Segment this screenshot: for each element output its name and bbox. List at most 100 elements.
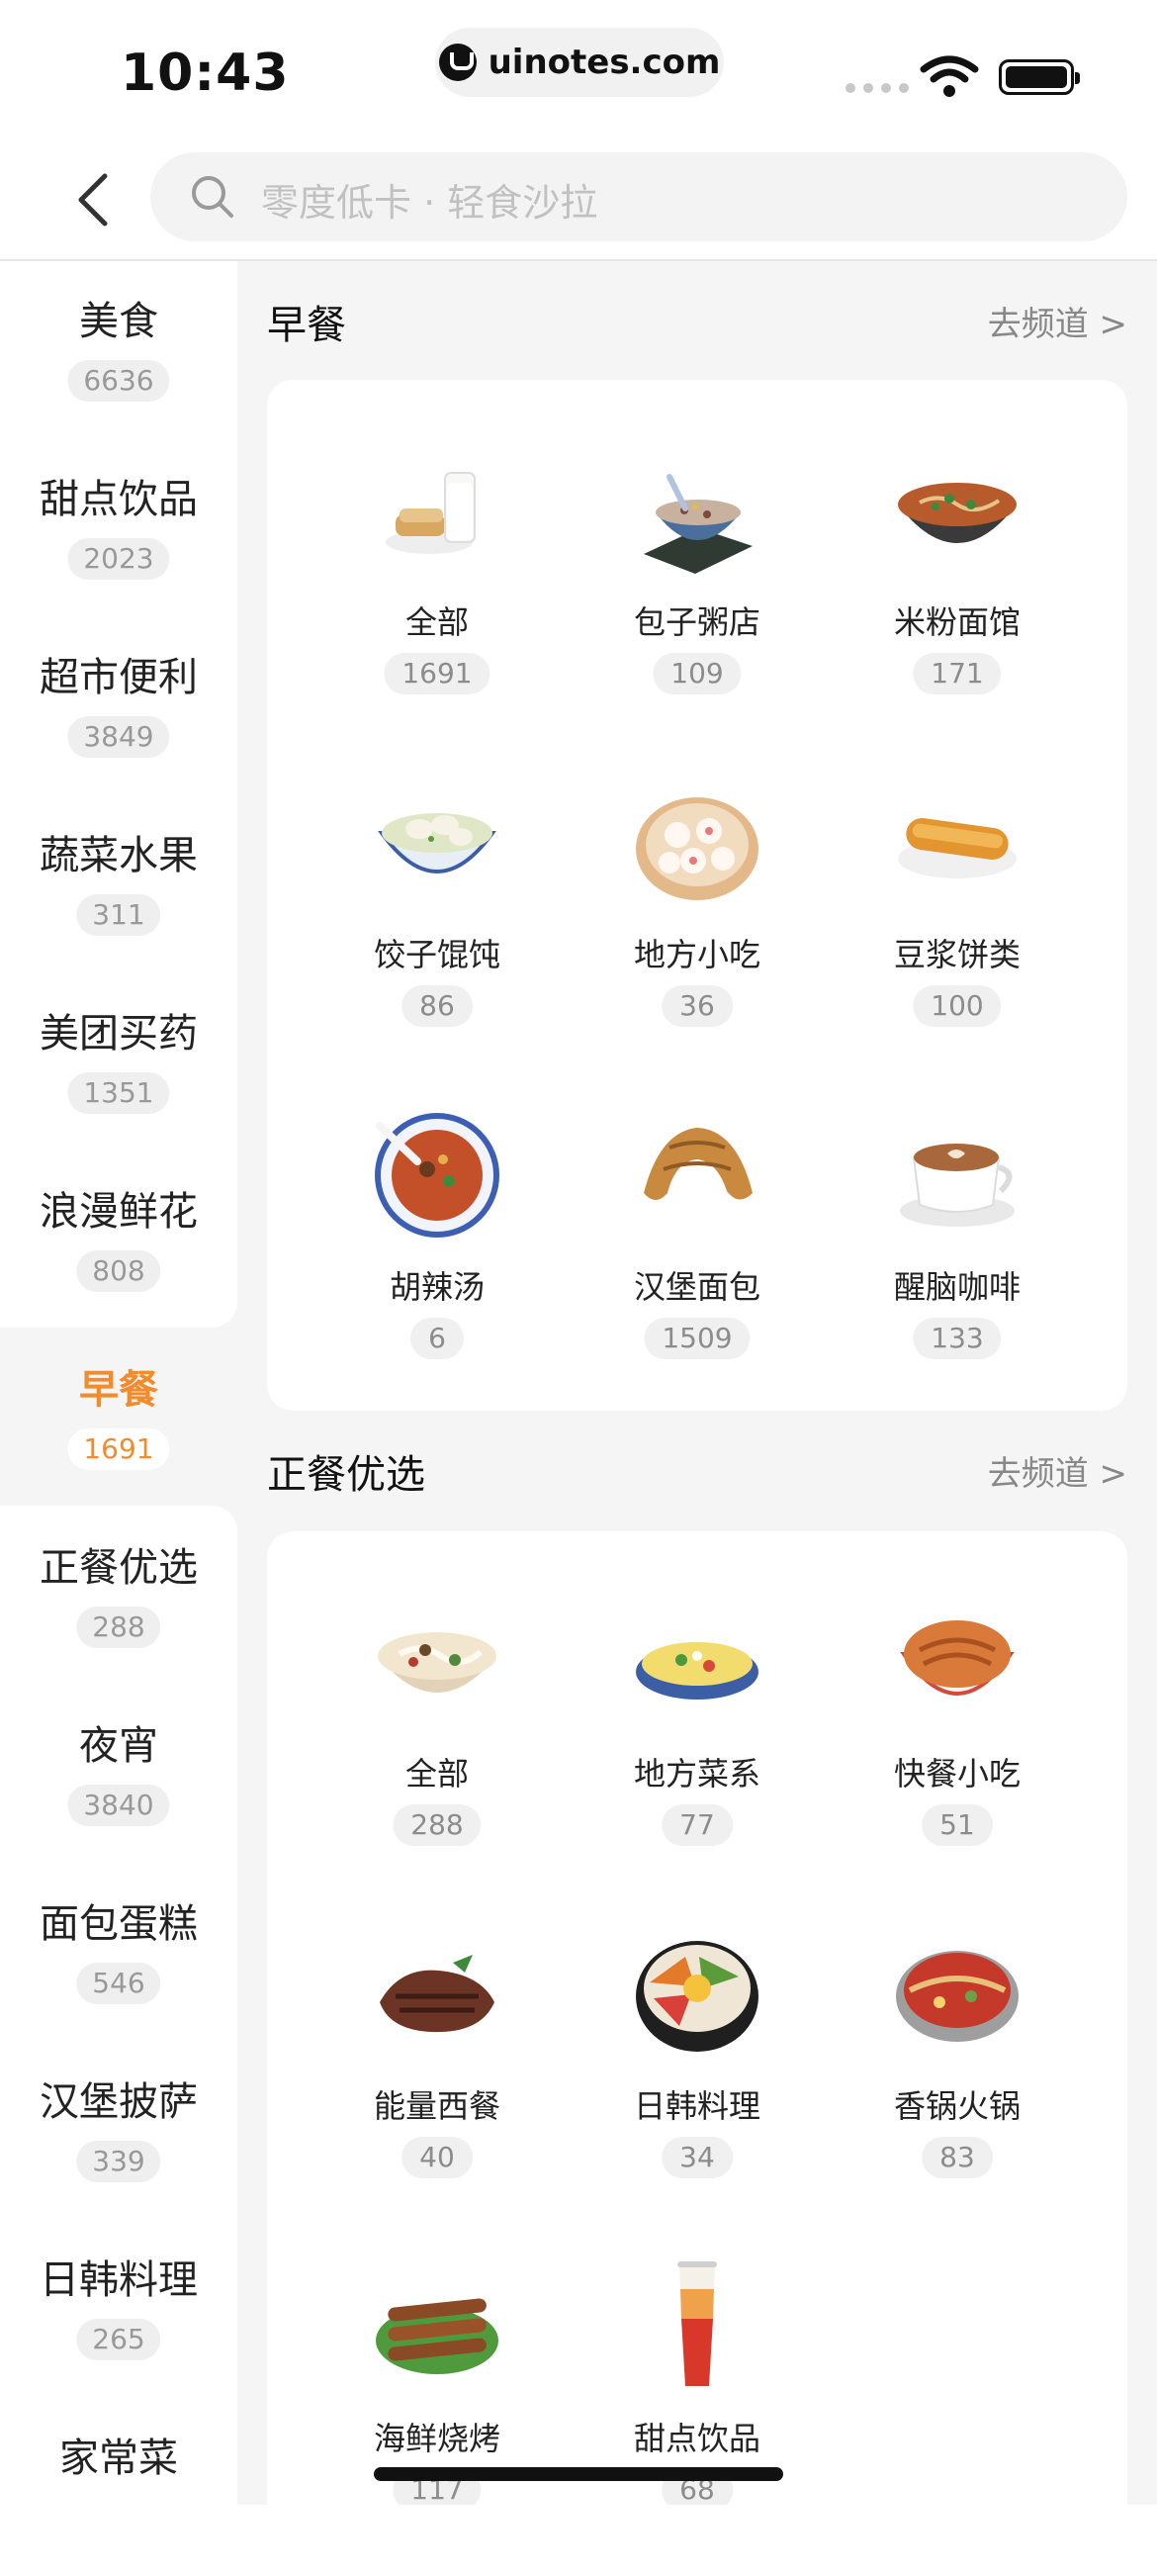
go-channel-link[interactable]: 去频道 > xyxy=(988,297,1127,345)
sidebar-item-count: 1691 xyxy=(67,1428,170,1470)
sidebar-item-count: 311 xyxy=(76,894,161,936)
milk-toast-icon xyxy=(386,472,476,554)
category-tile[interactable]: 全部 288 xyxy=(307,1555,568,1882)
tile-count: 34 xyxy=(662,2137,733,2178)
sidebar-item-count: 3840 xyxy=(67,1785,170,1826)
sidebar-item[interactable]: 日韩料理 265 xyxy=(0,2220,237,2398)
search-input[interactable]: 零度低卡 · 轻食沙拉 xyxy=(150,152,1127,241)
sidebar-item-count: 288 xyxy=(76,1607,161,1648)
back-chevron-icon[interactable] xyxy=(65,170,125,230)
url-pill[interactable]: uinotes.com xyxy=(435,28,724,97)
skewers-icon xyxy=(376,2298,498,2374)
section-title: 正餐优选 xyxy=(267,1452,425,1498)
tile-label: 甜点饮品 xyxy=(633,2420,760,2457)
latte-cup-icon xyxy=(900,1144,1015,1227)
sidebar-item-label: 面包蛋糕 xyxy=(40,1901,198,1947)
sidebar-item-label: 正餐优选 xyxy=(40,1545,198,1591)
tile-label: 包子粥店 xyxy=(633,603,760,641)
category-tile[interactable]: 包子粥店 109 xyxy=(567,404,828,730)
battery-icon xyxy=(999,59,1080,95)
category-tile[interactable]: 醒脑咖啡 133 xyxy=(827,1068,1088,1395)
category-tile[interactable]: 能量西餐 40 xyxy=(307,1887,568,2214)
site-logo-icon xyxy=(438,44,477,81)
sidebar-item-count: 265 xyxy=(76,2319,161,2360)
tile-count: 100 xyxy=(913,985,1002,1027)
sidebar-item-count: 3849 xyxy=(67,716,170,758)
sidebar-item[interactable]: 美团买药 1351 xyxy=(0,973,237,1151)
url-text: uinotes.com xyxy=(488,43,721,82)
sidebar-item-label: 甜点饮品 xyxy=(40,477,198,522)
category-tile[interactable]: 饺子馄饨 86 xyxy=(307,736,568,1062)
sidebar-item[interactable]: 美食 6636 xyxy=(0,261,237,439)
category-tile[interactable]: 快餐小吃 51 xyxy=(827,1555,1088,1882)
section-header-meals: 正餐优选 去频道 > xyxy=(267,1434,1127,1504)
sidebar-item[interactable]: 超市便利 3849 xyxy=(0,617,237,795)
sidebar-item[interactable]: 早餐 1691 xyxy=(0,1330,237,1508)
noodle-bowl-icon xyxy=(898,483,1017,543)
sidebar-item[interactable]: 汉堡披萨 339 xyxy=(0,2042,237,2220)
tile-count: 133 xyxy=(913,1318,1002,1359)
tile-label: 海鲜烧烤 xyxy=(373,2420,500,2457)
sidebar-item-label: 汉堡披萨 xyxy=(40,2079,198,2125)
sidebar-item-label: 美团买药 xyxy=(40,1011,198,1057)
go-channel-link[interactable]: 去频道 > xyxy=(988,1446,1127,1495)
sidebar-item-label: 美食 xyxy=(79,299,158,344)
sidebar-item-label: 超市便利 xyxy=(40,655,198,700)
section-title: 早餐 xyxy=(267,303,346,348)
tile-count: 6 xyxy=(410,1318,464,1359)
sidebar-item[interactable]: 甜点饮品 2023 xyxy=(0,439,237,617)
sidebar-item[interactable]: 浪漫鲜花 808 xyxy=(0,1151,237,1330)
rice-bowl-icon xyxy=(900,1620,1015,1696)
sidebar-item-label: 家常菜 xyxy=(59,2436,178,2481)
category-tile[interactable]: 胡辣汤 6 xyxy=(307,1068,568,1395)
category-tile[interactable]: 甜点饮品 68 xyxy=(567,2220,828,2505)
soup-dish-icon xyxy=(636,1642,758,1700)
category-tile[interactable]: 豆浆饼类 100 xyxy=(827,736,1088,1062)
category-tile[interactable]: 海鲜烧烤 117 xyxy=(307,2220,568,2505)
tile-label: 全部 xyxy=(404,1755,469,1793)
category-tile[interactable]: 日韩料理 34 xyxy=(567,1887,828,2214)
sidebar-item[interactable]: 蔬菜水果 311 xyxy=(0,795,237,973)
tile-count: 288 xyxy=(393,1804,482,1846)
category-tile[interactable]: 全部 1691 xyxy=(307,404,568,730)
tile-count: 83 xyxy=(922,2137,993,2178)
sidebar-item[interactable]: 面包蛋糕 546 xyxy=(0,1864,237,2042)
sidebar-item-label: 夜宵 xyxy=(79,1723,158,1769)
sidebar-item-count: 546 xyxy=(76,1963,161,2004)
sidebar-item-count: 1351 xyxy=(67,1072,170,1114)
search-header: 零度低卡 · 轻食沙拉 xyxy=(0,138,1157,261)
category-tile[interactable]: 地方菜系 77 xyxy=(567,1555,828,1882)
croissant-icon xyxy=(644,1128,753,1200)
tile-label: 日韩料理 xyxy=(633,2087,760,2125)
sidebar-item[interactable]: 家常菜 xyxy=(0,2398,237,2576)
tile-label: 胡辣汤 xyxy=(389,1268,485,1306)
category-tile[interactable]: 香锅火锅 83 xyxy=(827,1887,1088,2214)
tile-label: 米粉面馆 xyxy=(893,603,1021,641)
category-tile[interactable]: 地方小吃 36 xyxy=(567,736,828,1062)
tile-count: 40 xyxy=(401,2137,473,2178)
section-card-breakfast: 全部 1691 包子粥店 109 米粉面馆 171 饺子馄饨 86 地方小吃 36 豆浆饼类 100 胡… xyxy=(267,380,1127,1411)
tile-count: 109 xyxy=(653,653,742,694)
sidebar-item-label: 浪漫鲜花 xyxy=(40,1189,198,1235)
home-indicator xyxy=(374,2467,783,2481)
udon-bowl-icon xyxy=(378,1632,496,1693)
tile-label: 快餐小吃 xyxy=(893,1755,1021,1793)
sidebar-item-label: 蔬菜水果 xyxy=(40,833,198,878)
category-tile[interactable]: 米粉面馆 171 xyxy=(827,404,1088,730)
bibimbap-icon xyxy=(636,1941,758,2052)
wifi-icon xyxy=(920,55,979,97)
tile-count: 171 xyxy=(913,653,1002,694)
sidebar-item-label: 早餐 xyxy=(79,1367,158,1413)
hotpot-icon xyxy=(896,1951,1019,2042)
tile-count: 36 xyxy=(662,985,733,1027)
sidebar-item[interactable]: 正餐优选 288 xyxy=(0,1508,237,1686)
porridge-bowl-icon xyxy=(644,474,753,574)
tile-count: 86 xyxy=(401,985,473,1027)
sidebar-item-label: 日韩料理 xyxy=(40,2257,198,2303)
tile-label: 香锅火锅 xyxy=(893,2087,1021,2125)
tile-count: 51 xyxy=(922,1804,993,1846)
main-content: 早餐 去频道 > 全部 1691 包子粥店 109 米粉面馆 171 饺子馄饨 86 地方小吃 3… xyxy=(237,261,1157,2505)
category-tile[interactable]: 汉堡面包 1509 xyxy=(567,1068,828,1395)
search-icon xyxy=(192,176,233,218)
sidebar-item[interactable]: 夜宵 3840 xyxy=(0,1686,237,1864)
